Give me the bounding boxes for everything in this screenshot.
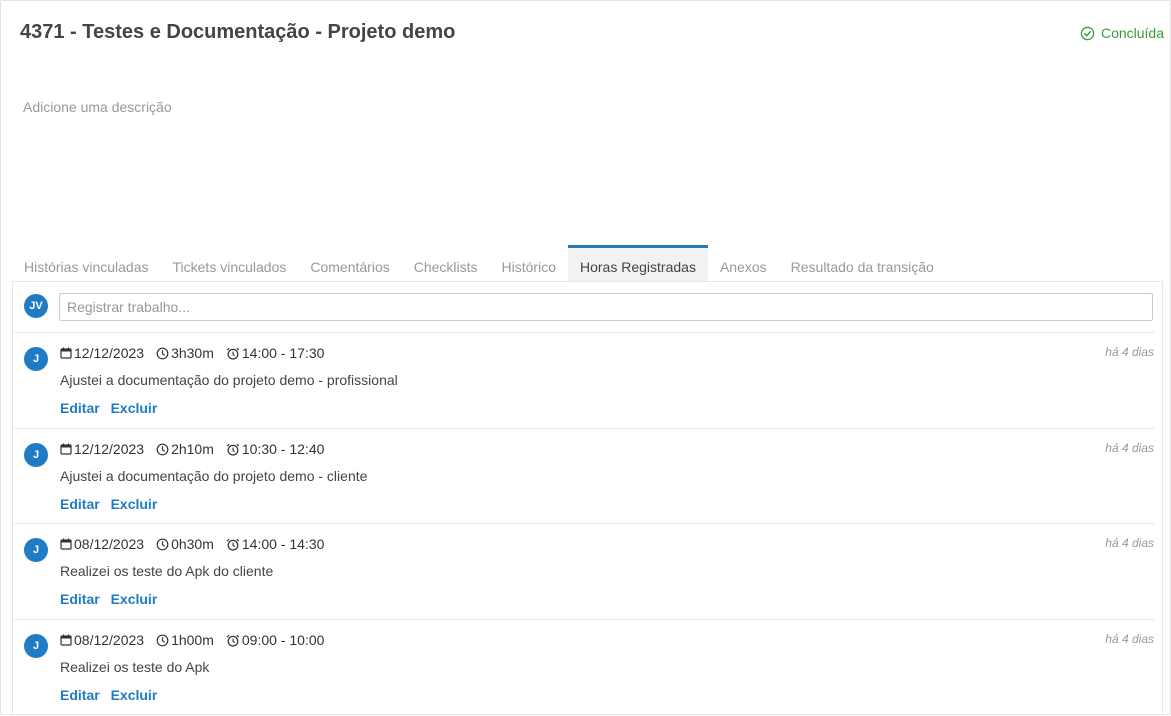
delete-button[interactable]: Excluir xyxy=(111,591,158,607)
calendar-icon xyxy=(60,538,72,550)
calendar-icon xyxy=(60,443,72,455)
description-field[interactable]: Adicione uma descrição xyxy=(23,99,172,115)
delete-button[interactable]: Excluir xyxy=(111,496,158,512)
entry-time-range: 09:00 - 10:00 xyxy=(241,632,325,648)
worklog-entry: J 08/12/2023 0h30m 14:00 - 14:30 há 4 di… xyxy=(13,523,1154,620)
avatar: J xyxy=(24,347,48,371)
alarm-icon xyxy=(226,443,240,456)
edit-button[interactable]: Editar xyxy=(60,496,100,512)
tab-bar: Histórias vinculadas Tickets vinculados … xyxy=(12,245,946,281)
worklog-entry: J 12/12/2023 2h10m 10:30 - 12:40 há 4 di… xyxy=(13,428,1154,525)
page-title: 4371 - Testes e Documentação - Projeto d… xyxy=(20,21,456,43)
entry-time-range: 10:30 - 12:40 xyxy=(241,441,325,457)
worklog-input[interactable] xyxy=(59,293,1153,321)
status-label: Concluída xyxy=(1100,25,1164,41)
entry-date: 12/12/2023 xyxy=(74,441,145,457)
entry-date: 12/12/2023 xyxy=(74,345,145,361)
clock-icon xyxy=(156,634,169,647)
avatar: J xyxy=(24,443,48,467)
entry-description: Ajustei a documentação do projeto demo -… xyxy=(60,468,368,484)
edit-button[interactable]: Editar xyxy=(60,400,100,416)
tab-historias-vinculadas[interactable]: Histórias vinculadas xyxy=(12,245,161,281)
clock-icon xyxy=(156,538,169,551)
entry-description: Realizei os teste do Apk xyxy=(60,659,210,675)
avatar: J xyxy=(24,634,48,658)
edit-button[interactable]: Editar xyxy=(60,687,100,703)
entry-description: Ajustei a documentação do projeto demo -… xyxy=(60,372,398,388)
delete-button[interactable]: Excluir xyxy=(111,400,158,416)
tab-comentarios[interactable]: Comentários xyxy=(298,245,401,281)
entry-date: 08/12/2023 xyxy=(74,536,145,552)
tab-historico[interactable]: Histórico xyxy=(490,245,568,281)
entry-relative-time: há 4 dias xyxy=(1105,441,1154,455)
entry-relative-time: há 4 dias xyxy=(1105,345,1154,359)
entry-duration: 2h10m xyxy=(171,441,214,457)
tab-tickets-vinculados[interactable]: Tickets vinculados xyxy=(161,245,299,281)
tab-checklists[interactable]: Checklists xyxy=(402,245,490,281)
entry-duration: 0h30m xyxy=(171,536,214,552)
avatar: JV xyxy=(24,294,48,318)
worklog-panel: JV J 12/12/2023 3h30m 14:00 - 17:30 há 4… xyxy=(12,281,1163,715)
entry-duration: 3h30m xyxy=(171,345,214,361)
entry-duration: 1h00m xyxy=(171,632,214,648)
tab-resultado-da-transicao[interactable]: Resultado da transição xyxy=(779,245,946,281)
worklog-entry: J 12/12/2023 3h30m 14:00 - 17:30 há 4 di… xyxy=(13,332,1154,429)
avatar: J xyxy=(24,538,48,562)
edit-button[interactable]: Editar xyxy=(60,591,100,607)
entry-relative-time: há 4 dias xyxy=(1105,536,1154,550)
calendar-icon xyxy=(60,634,72,646)
alarm-icon xyxy=(226,347,240,360)
calendar-icon xyxy=(60,347,72,359)
tab-horas-registradas[interactable]: Horas Registradas xyxy=(568,245,708,281)
alarm-icon xyxy=(226,634,240,647)
tab-anexos[interactable]: Anexos xyxy=(708,245,779,281)
entry-date: 08/12/2023 xyxy=(74,632,145,648)
entry-time-range: 14:00 - 14:30 xyxy=(241,536,325,552)
worklog-entry: J 08/12/2023 1h00m 09:00 - 10:00 há 4 di… xyxy=(13,619,1154,716)
delete-button[interactable]: Excluir xyxy=(111,687,158,703)
entry-description: Realizei os teste do Apk do cliente xyxy=(60,563,274,579)
clock-icon xyxy=(156,347,169,360)
alarm-icon xyxy=(226,538,240,551)
entry-time-range: 14:00 - 17:30 xyxy=(241,345,325,361)
check-circle-icon xyxy=(1080,26,1095,41)
clock-icon xyxy=(156,443,169,456)
entry-relative-time: há 4 dias xyxy=(1105,632,1154,646)
status-badge: Concluída xyxy=(1080,25,1164,41)
